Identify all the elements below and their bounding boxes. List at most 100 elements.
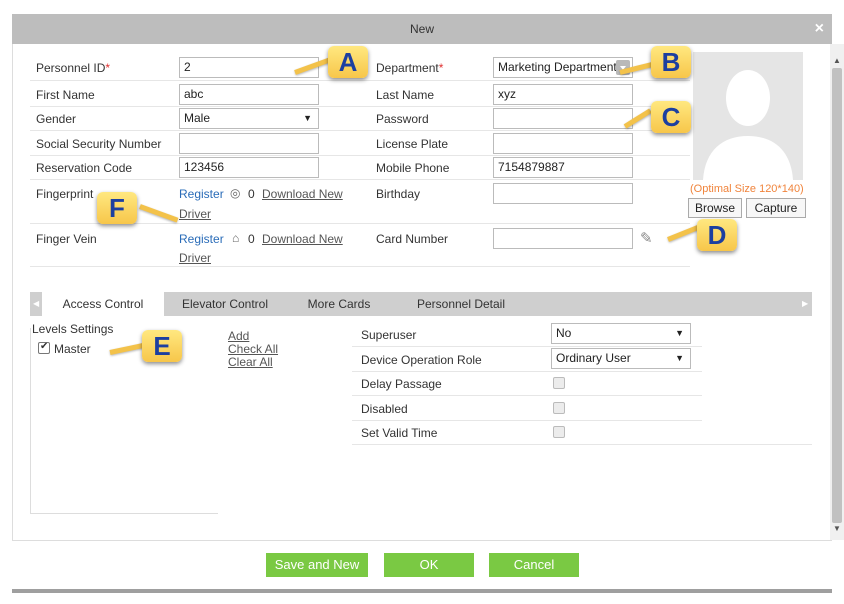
device-role-select[interactable]: Ordinary User ▼ bbox=[551, 348, 691, 369]
row-divider bbox=[30, 266, 690, 267]
row-divider bbox=[30, 179, 690, 180]
photo-placeholder bbox=[693, 52, 803, 180]
callout-b: B bbox=[651, 46, 691, 78]
scroll-up-icon[interactable]: ▲ bbox=[830, 54, 844, 68]
fingerprint-count: 0 bbox=[248, 187, 255, 201]
chevron-down-icon: ▼ bbox=[675, 353, 684, 363]
avatar-silhouette-icon bbox=[703, 70, 793, 180]
license-plate-label: License Plate bbox=[376, 137, 449, 151]
mobile-phone-label: Mobile Phone bbox=[376, 161, 450, 175]
row-divider bbox=[352, 371, 702, 372]
tab-personnel-detail[interactable]: Personnel Detail bbox=[392, 292, 530, 316]
save-and-new-button[interactable]: Save and New bbox=[266, 553, 368, 577]
chevron-down-icon: ▼ bbox=[303, 113, 312, 123]
level-master-checkbox[interactable] bbox=[38, 341, 50, 354]
add-level-link[interactable]: Add bbox=[228, 329, 249, 343]
reservation-code-input[interactable]: 123456 bbox=[179, 157, 319, 178]
license-plate-input[interactable] bbox=[493, 133, 633, 154]
browse-button[interactable]: Browse bbox=[688, 198, 742, 218]
fingerprint-download-link-driver[interactable]: Driver bbox=[179, 207, 211, 221]
cancel-button[interactable]: Cancel bbox=[489, 553, 579, 577]
last-name-label: Last Name bbox=[376, 88, 435, 102]
row-divider bbox=[30, 155, 690, 156]
delay-passage-label: Delay Passage bbox=[361, 377, 442, 391]
superuser-value: No bbox=[556, 326, 572, 340]
mobile-phone-input[interactable]: 7154879887 bbox=[493, 157, 633, 178]
callout-f: F bbox=[97, 192, 137, 224]
dialog-titlebar[interactable]: New × bbox=[12, 14, 832, 44]
ok-button[interactable]: OK bbox=[384, 553, 474, 577]
vertical-scrollbar[interactable]: ▲ ▼ bbox=[830, 44, 844, 540]
department-value: Marketing Department bbox=[498, 60, 617, 74]
disabled-checkbox[interactable] bbox=[553, 402, 565, 414]
row-divider bbox=[352, 420, 702, 421]
check-all-link[interactable]: Check All bbox=[228, 342, 278, 356]
finger-vein-download-link[interactable]: Download New bbox=[262, 232, 343, 246]
set-valid-time-label: Set Valid Time bbox=[361, 426, 438, 440]
row-divider bbox=[30, 80, 690, 81]
row-divider bbox=[352, 444, 812, 445]
last-name-input[interactable]: xyz bbox=[493, 84, 633, 105]
finger-vein-register-link[interactable]: Register bbox=[179, 232, 224, 246]
gender-value: Male bbox=[184, 111, 211, 125]
gender-select[interactable]: Male ▼ bbox=[179, 108, 319, 129]
dialog-title: New bbox=[409, 22, 434, 36]
row-divider bbox=[352, 346, 702, 347]
level-master-label: Master bbox=[54, 342, 91, 356]
finger-vein-label: Finger Vein bbox=[36, 232, 97, 246]
finger-vein-count: 0 bbox=[248, 232, 255, 246]
set-valid-time-checkbox[interactable] bbox=[553, 426, 565, 438]
tabs-bar: ◀ Access Control Elevator Control More C… bbox=[30, 292, 812, 316]
fingerprint-download-link[interactable]: Download New bbox=[262, 187, 343, 201]
callout-a: A bbox=[328, 46, 368, 78]
callout-e: E bbox=[142, 330, 182, 362]
superuser-select[interactable]: No ▼ bbox=[551, 323, 691, 344]
tab-scroll-left-icon[interactable]: ◀ bbox=[33, 292, 39, 316]
finger-vein-download-link-driver[interactable]: Driver bbox=[179, 251, 211, 265]
card-reader-icon[interactable]: ✎ bbox=[640, 229, 653, 247]
scrollbar-thumb[interactable] bbox=[832, 68, 842, 523]
gender-label: Gender bbox=[36, 112, 77, 126]
tab-elevator-control[interactable]: Elevator Control bbox=[164, 292, 286, 316]
capture-button[interactable]: Capture bbox=[746, 198, 806, 218]
levels-settings-title: Levels Settings bbox=[32, 322, 116, 336]
callout-d: D bbox=[697, 219, 737, 251]
disabled-label: Disabled bbox=[361, 402, 408, 416]
callout-c: C bbox=[651, 101, 691, 133]
scroll-down-icon[interactable]: ▼ bbox=[830, 522, 844, 536]
password-label: Password bbox=[376, 112, 429, 126]
tab-more-cards[interactable]: More Cards bbox=[286, 292, 392, 316]
department-label: Department* bbox=[376, 61, 444, 75]
clear-all-link[interactable]: Clear All bbox=[228, 355, 273, 369]
dialog-bottom-border bbox=[12, 589, 832, 593]
close-icon[interactable]: × bbox=[815, 14, 824, 44]
device-role-label: Device Operation Role bbox=[361, 353, 482, 367]
tab-access-control[interactable]: Access Control bbox=[42, 292, 164, 316]
ssn-label: Social Security Number bbox=[36, 137, 162, 151]
row-divider bbox=[352, 395, 702, 396]
chevron-down-icon: ▼ bbox=[675, 328, 684, 338]
superuser-label: Superuser bbox=[361, 328, 417, 342]
row-divider bbox=[30, 130, 690, 131]
photo-optimal-size: (Optimal Size 120*140) bbox=[690, 183, 804, 195]
tab-scroll-right-icon[interactable]: ▶ bbox=[802, 292, 808, 316]
birthday-input[interactable] bbox=[493, 183, 633, 204]
card-number-input[interactable] bbox=[493, 228, 633, 249]
fingerprint-label: Fingerprint bbox=[36, 187, 94, 201]
footer-divider bbox=[12, 540, 832, 541]
personnel-id-label: Personnel ID* bbox=[36, 61, 111, 75]
row-divider bbox=[30, 106, 690, 107]
first-name-input[interactable]: abc bbox=[179, 84, 319, 105]
department-select[interactable]: Marketing Department bbox=[493, 57, 633, 78]
finger-vein-icon: ⌂ bbox=[232, 231, 240, 245]
birthday-label: Birthday bbox=[376, 187, 421, 201]
new-personnel-dialog: New × ▲ ▼ Personnel ID* 2 Department* Ma… bbox=[0, 0, 844, 604]
card-number-label: Card Number bbox=[376, 232, 449, 246]
reservation-code-label: Reservation Code bbox=[36, 161, 133, 175]
fingerprint-icon: ◎ bbox=[230, 186, 241, 200]
delay-passage-checkbox[interactable] bbox=[553, 377, 565, 389]
password-input[interactable] bbox=[493, 108, 633, 129]
ssn-input[interactable] bbox=[179, 133, 319, 154]
first-name-label: First Name bbox=[36, 88, 95, 102]
fingerprint-register-link[interactable]: Register bbox=[179, 187, 224, 201]
